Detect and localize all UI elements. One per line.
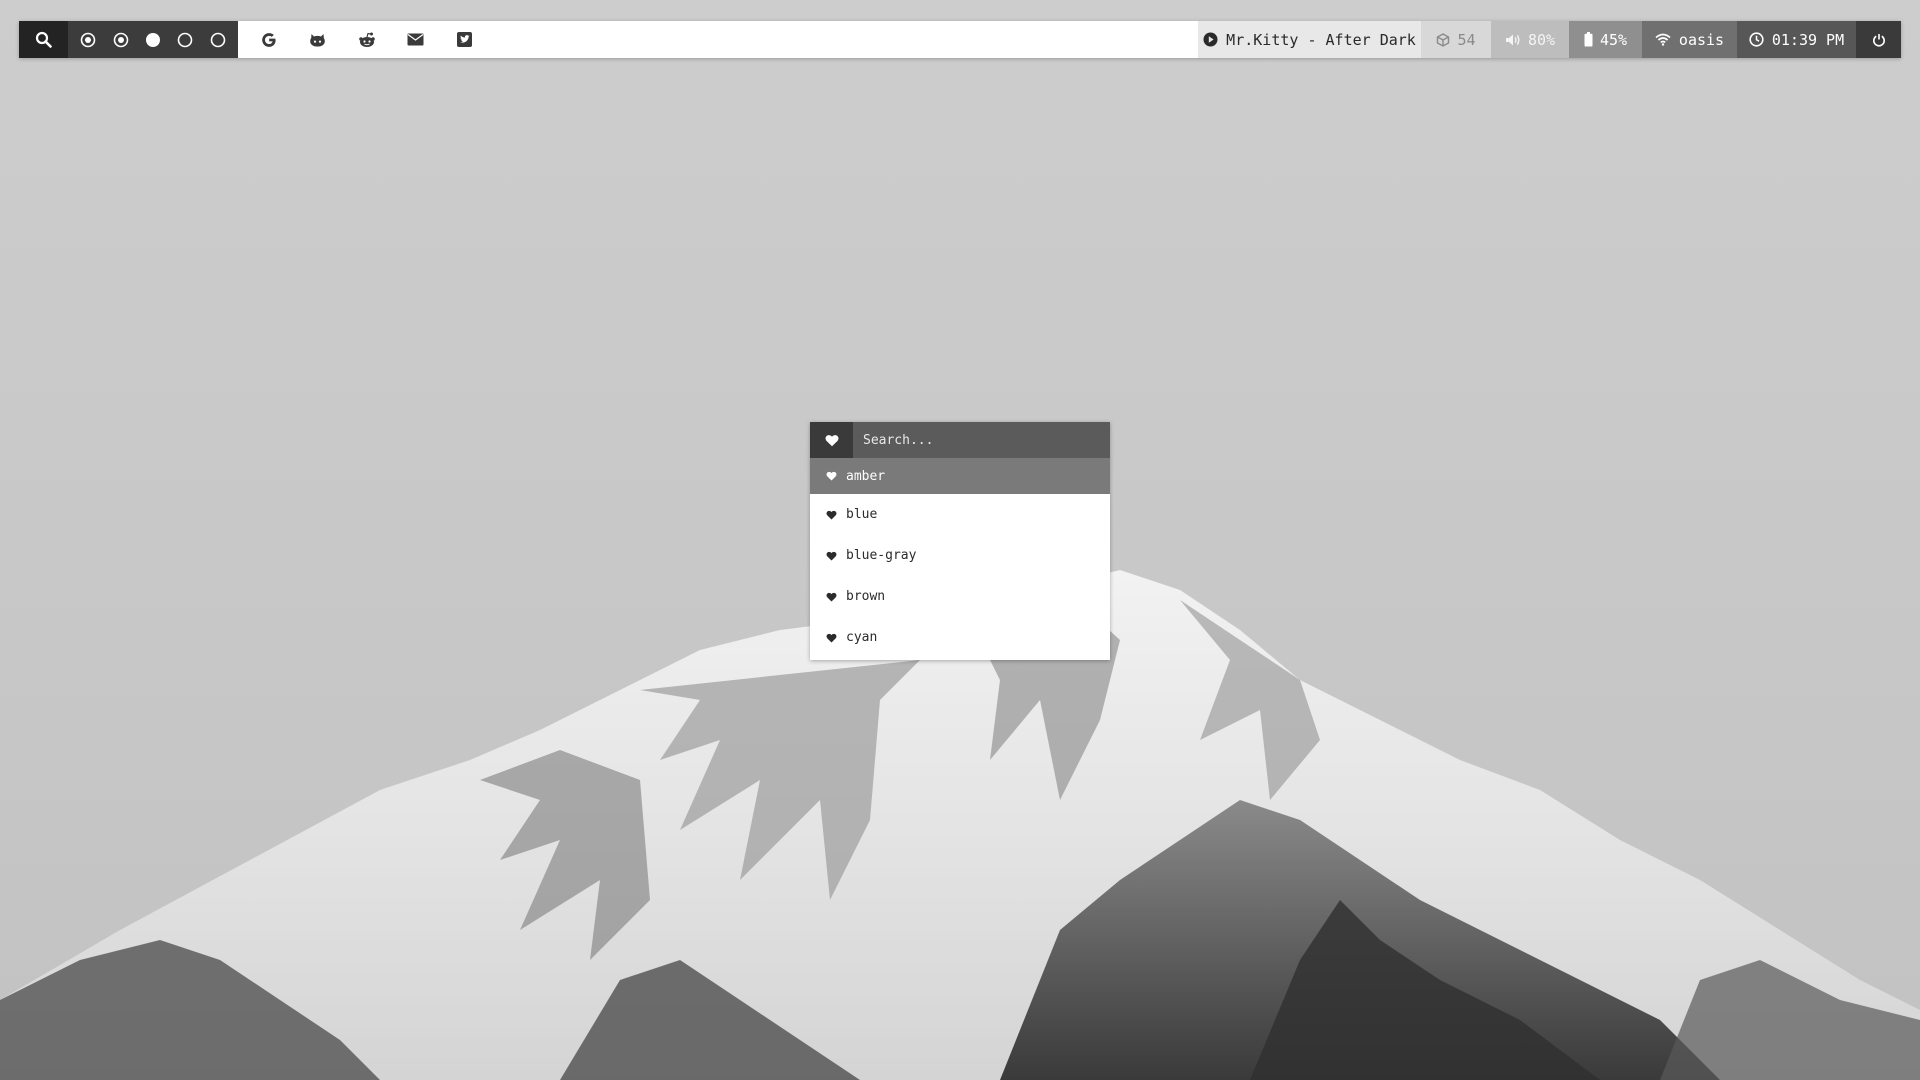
package-icon [1437,32,1450,47]
battery-value: 45% [1599,30,1628,49]
workspace-3-button[interactable] [142,29,164,51]
heart-icon [826,471,837,481]
play-circle-icon [1203,32,1218,47]
bar-spacer [489,21,1198,58]
now-playing-text: Mr.Kitty - After Dark [1226,30,1416,49]
volume-module[interactable]: 80% [1491,21,1569,58]
launcher-item-brown[interactable]: brown [810,576,1110,617]
wifi-ssid: oasis [1678,30,1725,49]
focused-workspace-icon [145,32,160,47]
github-icon [310,33,325,46]
heart-icon [825,434,838,446]
launcher-item-label: blue [846,507,878,522]
mail-shortcut[interactable] [391,21,440,58]
volume-value: 80% [1527,30,1556,49]
launcher-item-blue-gray[interactable]: blue-gray [810,535,1110,576]
occupied-workspace-icon [80,32,96,47]
launcher-results-list: amber blue blue-gray brown cyan [810,458,1110,660]
reddit-icon [358,32,375,47]
workspace-switcher [68,21,238,58]
top-bar: Mr.Kitty - After Dark 54 80% 45% oasis 0… [19,21,1901,58]
launcher-item-label: cyan [846,630,878,645]
battery-module: 45% [1569,21,1642,58]
clock-time: 01:39 PM [1771,30,1845,49]
twitter-shortcut[interactable] [440,21,489,58]
wifi-icon [1655,33,1671,46]
app-launcher-button[interactable] [19,21,68,58]
heart-icon [826,510,837,519]
clock-module[interactable]: 01:39 PM [1737,21,1856,58]
volume-icon [1505,34,1520,45]
clock-icon [1749,32,1764,47]
power-button[interactable] [1856,21,1901,58]
google-icon [261,32,276,47]
launcher-item-amber[interactable]: amber [810,458,1110,494]
power-icon [1872,33,1885,47]
workspace-4-button[interactable] [174,29,196,51]
launcher-search-input[interactable] [853,422,1110,458]
music-player-module[interactable]: Mr.Kitty - After Dark [1198,21,1421,58]
github-shortcut[interactable] [293,21,342,58]
mail-icon [407,33,424,46]
battery-icon [1584,32,1593,47]
updates-count: 54 [1457,30,1476,49]
workspace-2-button[interactable] [110,29,132,51]
launcher-item-label: brown [846,589,886,604]
launcher-item-label: blue-gray [846,548,917,563]
twitter-icon [457,32,472,47]
heart-icon [826,592,837,601]
workspace-5-button[interactable] [207,29,229,51]
empty-workspace-icon [178,32,193,47]
package-updates-module[interactable]: 54 [1421,21,1491,58]
search-icon [35,31,52,48]
google-shortcut[interactable] [244,21,293,58]
reddit-shortcut[interactable] [342,21,391,58]
heart-icon [826,633,837,642]
launcher-item-blue[interactable]: blue [810,494,1110,535]
launcher-menu: amber blue blue-gray brown [810,422,1110,660]
prompt-icon-box [810,422,853,458]
heart-icon [826,551,837,560]
launcher-item-label: amber [846,468,886,484]
shortcut-launchers [238,21,489,58]
launcher-search-row [810,422,1110,458]
workspace-1-button[interactable] [77,29,99,51]
occupied-workspace-icon [113,32,128,47]
network-module[interactable]: oasis [1642,21,1737,58]
launcher-item-cyan[interactable]: cyan [810,617,1110,658]
empty-workspace-icon [210,32,226,47]
desktop: Mr.Kitty - After Dark 54 80% 45% oasis 0… [0,0,1920,1080]
